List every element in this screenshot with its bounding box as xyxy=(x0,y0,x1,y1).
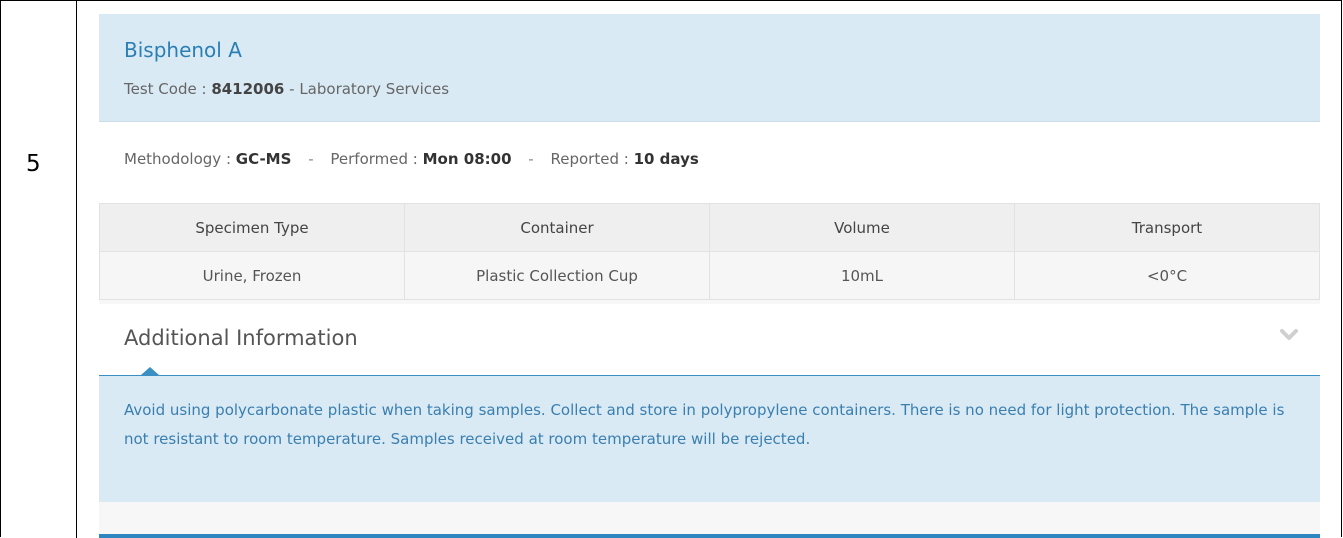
additional-info-toggle[interactable]: Additional Information xyxy=(99,304,1320,376)
reported-value: 10 days xyxy=(633,150,699,168)
cell-transport: <0°C xyxy=(1014,251,1320,300)
card-bottom-border xyxy=(99,534,1320,538)
column-header-container: Container xyxy=(404,203,710,252)
caret-up-icon xyxy=(141,367,159,375)
methodology-row: Methodology : GC-MS - Performed : Mon 08… xyxy=(99,122,1320,203)
cell-container: Plastic Collection Cup xyxy=(404,251,710,300)
methodology-label: Methodology : xyxy=(124,150,236,168)
cell-volume: 10mL xyxy=(709,251,1015,300)
test-header: Bisphenol A Test Code : 8412006 - Labora… xyxy=(99,14,1320,122)
test-code-value: 8412006 xyxy=(211,80,285,98)
outer-table: 5 Bisphenol A Test Code : 8412006 - Labo… xyxy=(0,0,1342,538)
test-name-link[interactable]: Bisphenol A xyxy=(124,38,242,62)
column-header-specimen-type: Specimen Type xyxy=(99,203,405,252)
table-header-row: Specimen Type Container Volume Transport xyxy=(99,203,1320,252)
test-department: - Laboratory Services xyxy=(284,80,450,98)
separator: - xyxy=(528,150,534,168)
column-header-transport: Transport xyxy=(1014,203,1320,252)
additional-info-content: Avoid using polycarbonate plastic when t… xyxy=(99,376,1320,502)
test-code-line: Test Code : 8412006 - Laboratory Service… xyxy=(124,80,449,98)
methodology-value: GC-MS xyxy=(235,150,292,168)
row-number-cell: 5 xyxy=(1,1,77,538)
additional-info-title: Additional Information xyxy=(124,326,358,350)
table-row: Urine, Frozen Plastic Collection Cup 10m… xyxy=(99,251,1320,300)
cell-specimen-type: Urine, Frozen xyxy=(99,251,405,300)
row-number: 5 xyxy=(26,151,41,177)
test-code-label: Test Code : xyxy=(124,80,212,98)
chevron-down-icon[interactable] xyxy=(1280,328,1298,342)
methodology-line: Methodology : GC-MS - Performed : Mon 08… xyxy=(124,150,699,168)
reported-label: Reported : xyxy=(550,150,634,168)
separator: - xyxy=(308,150,314,168)
additional-info-text: Avoid using polycarbonate plastic when t… xyxy=(124,401,1285,448)
specimen-table: Specimen Type Container Volume Transport… xyxy=(99,203,1320,300)
column-header-volume: Volume xyxy=(709,203,1015,252)
performed-label: Performed : xyxy=(330,150,423,168)
performed-value: Mon 08:00 xyxy=(422,150,512,168)
test-card: Bisphenol A Test Code : 8412006 - Labora… xyxy=(99,14,1320,538)
